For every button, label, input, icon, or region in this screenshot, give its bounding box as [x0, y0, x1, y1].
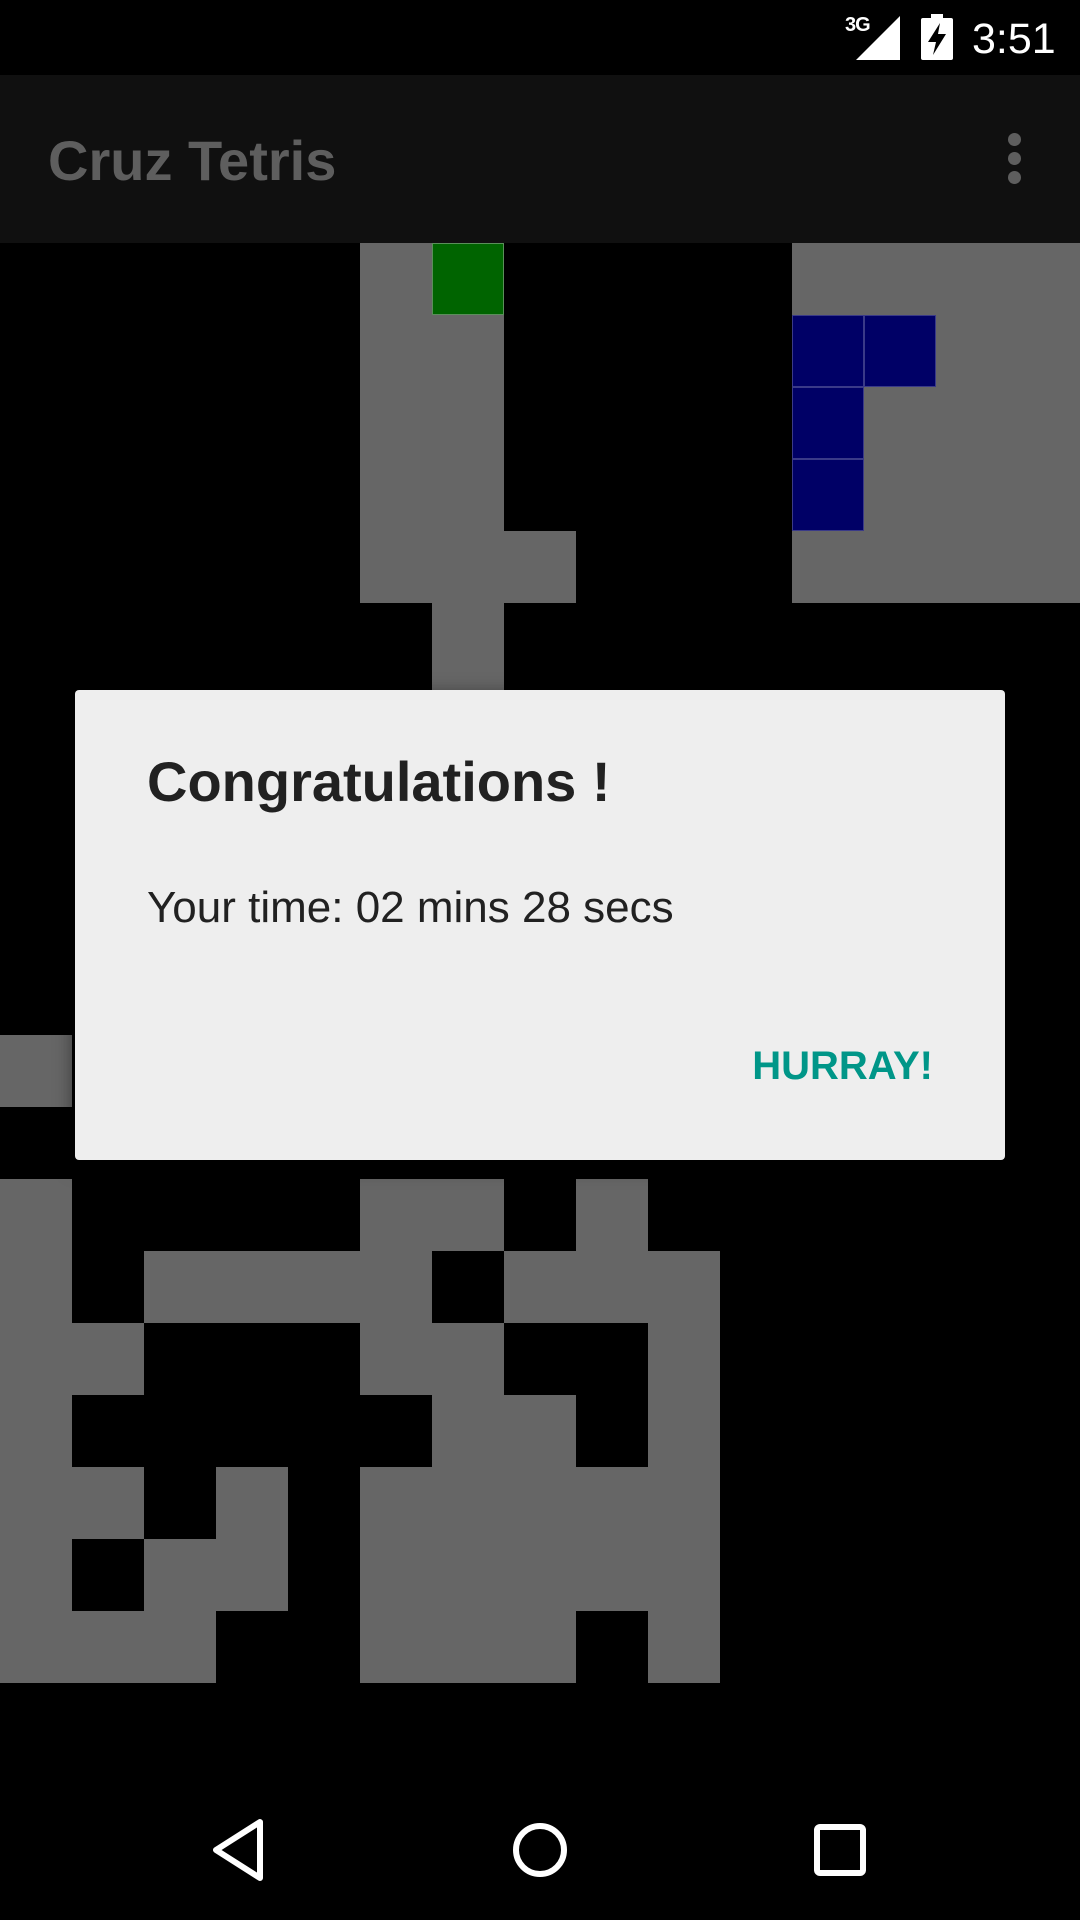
- board-block: [360, 315, 432, 387]
- congratulations-dialog: Congratulations ! Your time: 02 mins 28 …: [75, 690, 1005, 1160]
- board-block: [1008, 531, 1080, 603]
- board-block: [936, 243, 1008, 315]
- menu-dot: [1008, 171, 1021, 184]
- menu-dot: [1008, 152, 1021, 165]
- board-block: [1008, 459, 1080, 531]
- board-block: [864, 387, 936, 459]
- board-block: [72, 1611, 144, 1683]
- board-block: [792, 243, 864, 315]
- board-block: [72, 1323, 144, 1395]
- board-block: [0, 1323, 72, 1395]
- board-block: [432, 387, 504, 459]
- board-block: [864, 459, 936, 531]
- status-bar: 3G 3:51: [0, 0, 1080, 75]
- next-piece-block: [792, 459, 864, 531]
- board-block: [936, 459, 1008, 531]
- board-block: [360, 1539, 432, 1611]
- board-block: [576, 1539, 648, 1611]
- board-block: [648, 1323, 720, 1395]
- board-block: [648, 1611, 720, 1683]
- board-block: [864, 531, 936, 603]
- board-block: [576, 1467, 648, 1539]
- board-block: [216, 1539, 288, 1611]
- dialog-title: Congratulations !: [147, 750, 611, 813]
- board-block: [144, 1611, 216, 1683]
- board-block: [360, 1467, 432, 1539]
- recents-icon[interactable]: [800, 1810, 880, 1890]
- board-block: [576, 1251, 648, 1323]
- board-block: [360, 531, 432, 603]
- board-block: [648, 1539, 720, 1611]
- screen: 3G 3:51 Cruz Tetris Congratulations ! Yo…: [0, 0, 1080, 1920]
- board-block: [144, 1539, 216, 1611]
- overflow-menu-icon[interactable]: [994, 125, 1034, 191]
- board-block: [432, 1611, 504, 1683]
- board-block: [432, 1179, 504, 1251]
- board-block: [0, 1179, 72, 1251]
- board-block: [936, 531, 1008, 603]
- board-block: [792, 531, 864, 603]
- board-block: [504, 1539, 576, 1611]
- board-block: [432, 531, 504, 603]
- board-block: [144, 1251, 216, 1323]
- board-block: [360, 387, 432, 459]
- board-block: [0, 1539, 72, 1611]
- board-block: [504, 1251, 576, 1323]
- board-block: [432, 1539, 504, 1611]
- board-block: [216, 1251, 288, 1323]
- board-block: [504, 1611, 576, 1683]
- board-block: [360, 459, 432, 531]
- hurray-button[interactable]: HURRAY!: [736, 1030, 949, 1102]
- navigation-bar: [0, 1775, 1080, 1920]
- next-piece-block: [792, 315, 864, 387]
- clock: 3:51: [972, 15, 1056, 63]
- board-block: [1008, 243, 1080, 315]
- board-block: [72, 1467, 144, 1539]
- board-block: [360, 1323, 432, 1395]
- board-block: [0, 1035, 72, 1107]
- board-block: [288, 1251, 360, 1323]
- board-block: [648, 1251, 720, 1323]
- falling-piece-block: [432, 243, 504, 315]
- board-block: [648, 1395, 720, 1467]
- board-block: [1008, 387, 1080, 459]
- board-block: [432, 315, 504, 387]
- home-icon[interactable]: [500, 1810, 580, 1890]
- board-block: [432, 459, 504, 531]
- signal-icon: [856, 16, 900, 60]
- board-block: [504, 1395, 576, 1467]
- board-block: [360, 1251, 432, 1323]
- board-block: [360, 1611, 432, 1683]
- board-block: [936, 315, 1008, 387]
- board-block: [1008, 315, 1080, 387]
- board-block: [432, 603, 504, 675]
- board-block: [936, 387, 1008, 459]
- board-block: [0, 1395, 72, 1467]
- board-block: [864, 243, 936, 315]
- menu-dot: [1008, 133, 1021, 146]
- battery-charging-icon: [921, 14, 953, 60]
- board-block: [0, 1467, 72, 1539]
- board-block: [360, 1179, 432, 1251]
- board-block: [504, 1467, 576, 1539]
- board-block: [0, 1611, 72, 1683]
- dialog-message: Your time: 02 mins 28 secs: [147, 883, 674, 932]
- board-block: [360, 243, 432, 315]
- board-block: [648, 1467, 720, 1539]
- next-piece-block: [864, 315, 936, 387]
- app-title: Cruz Tetris: [48, 129, 337, 192]
- back-icon[interactable]: [200, 1810, 280, 1890]
- board-block: [216, 1467, 288, 1539]
- board-block: [504, 531, 576, 603]
- board-block: [432, 1467, 504, 1539]
- board-block: [0, 1251, 72, 1323]
- next-piece-block: [792, 387, 864, 459]
- action-bar: Cruz Tetris: [0, 75, 1080, 243]
- board-block: [432, 1323, 504, 1395]
- board-block: [432, 1395, 504, 1467]
- board-block: [576, 1179, 648, 1251]
